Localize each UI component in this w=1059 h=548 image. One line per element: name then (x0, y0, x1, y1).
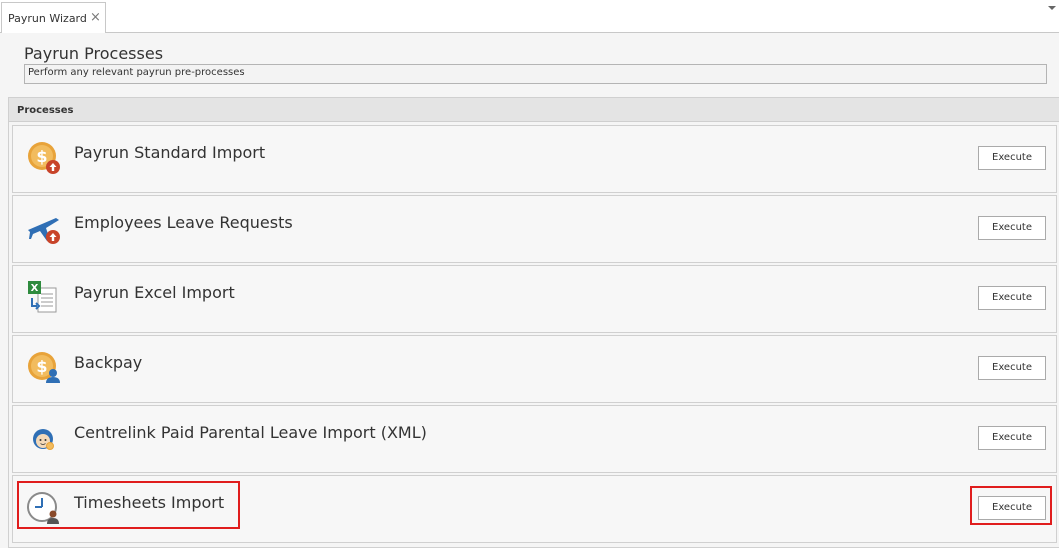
process-title: Backpay (74, 353, 143, 372)
process-item-backpay: $ Backpay Execute (12, 335, 1057, 403)
wizard-content: Payrun Processes Perform any relevant pa… (0, 33, 1059, 548)
excel-import-icon: X (28, 281, 57, 313)
dollar-person-icon: $ (28, 352, 60, 383)
process-item-employees-leave-requests: Employees Leave Requests Execute (12, 195, 1057, 263)
execute-button-backpay[interactable]: Execute (978, 356, 1046, 380)
plane-import-icon (28, 218, 60, 244)
execute-button-payrun-excel-import[interactable]: Execute (978, 286, 1046, 310)
execute-button-employees-leave-requests[interactable]: Execute (978, 216, 1046, 240)
tab-payrun-wizard[interactable]: Payrun Wizard × (1, 2, 106, 33)
execute-button-centrelink-ppl-import[interactable]: Execute (978, 426, 1046, 450)
process-title: Centrelink Paid Parental Leave Import (X… (74, 423, 427, 442)
process-title: Payrun Standard Import (74, 143, 266, 162)
execute-button-payrun-standard-import[interactable]: Execute (978, 146, 1046, 170)
svg-text:$: $ (36, 357, 47, 376)
document-tab-strip: Payrun Wizard × (0, 0, 1059, 33)
process-title: Payrun Excel Import (74, 283, 235, 302)
dollar-import-icon: $ (28, 142, 60, 174)
process-list: $ Payrun Standard Import Execute Employe… (12, 125, 1057, 545)
process-item-payrun-standard-import: $ Payrun Standard Import Execute (12, 125, 1057, 193)
process-title: Employees Leave Requests (74, 213, 293, 232)
svg-text:$: $ (36, 147, 47, 166)
svg-text:X: X (31, 283, 39, 294)
processes-group: Processes $ Payrun Standard Import Execu… (8, 97, 1059, 548)
highlight-box-timesheets-title (17, 481, 240, 529)
tab-label: Payrun Wizard (8, 12, 87, 25)
highlight-box-timesheets-execute (970, 486, 1052, 525)
page-title: Payrun Processes (24, 44, 164, 63)
tab-dropdown-icon[interactable] (1048, 6, 1056, 10)
baby-icon (33, 429, 54, 450)
tab-close-icon[interactable]: × (90, 10, 101, 25)
process-item-centrelink-ppl-import: Centrelink Paid Parental Leave Import (X… (12, 405, 1057, 473)
processes-group-header: Processes (9, 98, 1059, 122)
page-description: Perform any relevant payrun pre-processe… (24, 64, 1047, 84)
process-item-payrun-excel-import: X Payrun Excel Import Execute (12, 265, 1057, 333)
process-item-timesheets-import: Timesheets Import Execute (12, 475, 1057, 543)
